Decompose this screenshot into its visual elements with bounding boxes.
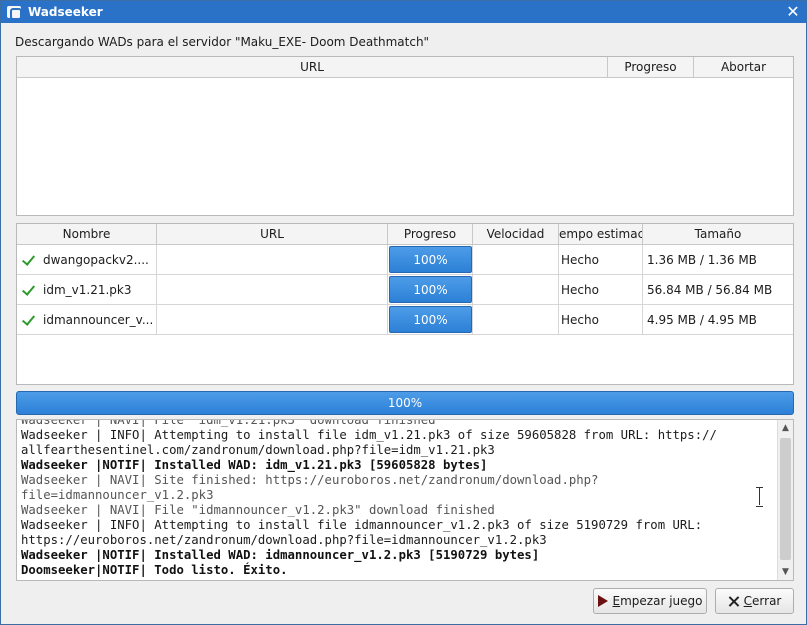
wads-header-name[interactable]: Nombre — [17, 224, 157, 245]
wad-eta-cell: Hecho — [559, 305, 643, 335]
overall-progress-bar: 100% — [16, 391, 794, 415]
log-scrollbar[interactable]: ▲ ▼ — [777, 420, 793, 580]
wad-size-cell: 56.84 MB / 56.84 MB — [643, 275, 793, 305]
wad-progress-cell: 100% — [388, 305, 473, 335]
log-line: Wadseeker |NOTIF| Installed WAD: idm_v1.… — [21, 458, 488, 472]
wad-name-cell: dwangopackv2.... — [17, 245, 157, 275]
log-line: allfearthesentinel.com/zandronum/downloa… — [21, 443, 495, 457]
wad-eta-cell: Hecho — [559, 275, 643, 305]
close-icon — [728, 596, 739, 607]
checkmark-icon — [23, 255, 37, 265]
table-row[interactable]: idm_v1.21.pk3 100% Hecho 56.84 MB / 56.8… — [17, 275, 793, 305]
window-close-icon[interactable]: ✕ — [784, 3, 802, 21]
table-row[interactable]: idmannouncer_v... 100% Hecho 4.95 MB / 4… — [17, 305, 793, 335]
wads-header-progress[interactable]: Progreso — [388, 224, 473, 245]
wad-url-cell — [157, 305, 388, 335]
sites-header-abort[interactable]: Abortar — [694, 57, 793, 78]
play-icon — [597, 595, 608, 607]
scroll-up-icon[interactable]: ▲ — [778, 420, 793, 436]
wads-header-url[interactable]: URL — [157, 224, 388, 245]
wads-header-speed[interactable]: Velocidad — [473, 224, 559, 245]
title-bar[interactable]: Wadseeker ✕ — [1, 1, 806, 23]
wads-header-eta[interactable]: empo estimac — [559, 224, 643, 245]
wad-speed-cell — [473, 305, 559, 335]
log-line: https://euroboros.net/zandronum/download… — [21, 533, 547, 547]
wad-eta-cell: Hecho — [559, 245, 643, 275]
wad-url-cell — [157, 245, 388, 275]
cancel-button[interactable]: Cerrar — [715, 588, 794, 614]
log-line: Wadseeker | NAVI| File "idmannouncer_v1.… — [21, 503, 495, 517]
wad-url-cell — [157, 275, 388, 305]
text-cursor-icon — [755, 487, 764, 507]
download-heading: Descargando WADs para el servidor "Maku_… — [15, 35, 430, 49]
start-game-button[interactable]: Empezar juego — [593, 588, 707, 614]
checkmark-icon — [23, 315, 37, 325]
sites-header-url[interactable]: URL — [17, 57, 608, 78]
log-text: Wadseeker | NAVI| File "idm_v1.21.pk3" d… — [21, 419, 777, 578]
wad-size-cell: 1.36 MB / 1.36 MB — [643, 245, 793, 275]
wads-header-size[interactable]: Tamaño — [643, 224, 793, 245]
wad-name: idmannouncer_v... — [43, 312, 154, 327]
scroll-down-icon[interactable]: ▼ — [778, 564, 793, 580]
log-line: Wadseeker |NOTIF| Installed WAD: idmanno… — [21, 548, 540, 562]
wad-name-cell: idm_v1.21.pk3 — [17, 275, 157, 305]
app-icon — [7, 6, 22, 20]
table-row[interactable]: dwangopackv2.... 100% Hecho 1.36 MB / 1.… — [17, 245, 793, 275]
wad-speed-cell — [473, 245, 559, 275]
wad-speed-cell — [473, 275, 559, 305]
wad-progress-cell: 100% — [388, 245, 473, 275]
start-game-label: Empezar juego — [612, 594, 703, 608]
checkmark-icon — [23, 285, 37, 295]
sites-header-progress[interactable]: Progreso — [608, 57, 694, 78]
sites-table[interactable]: URL Progreso Abortar — [16, 56, 794, 216]
wads-table[interactable]: Nombre URL Progreso Velocidad empo estim… — [16, 223, 794, 385]
scrollbar-thumb[interactable] — [780, 438, 791, 560]
log-output[interactable]: Wadseeker | NAVI| File "idm_v1.21.pk3" d… — [16, 419, 794, 581]
wad-progress-cell: 100% — [388, 275, 473, 305]
wad-progress-bar: 100% — [389, 276, 472, 303]
log-line: Wadseeker | NAVI| Site finished: https:/… — [21, 473, 599, 487]
wad-progress-bar: 100% — [389, 306, 472, 333]
window-title: Wadseeker — [28, 5, 103, 19]
log-line: Wadseeker | INFO| Attempting to install … — [21, 428, 717, 442]
wad-name: dwangopackv2.... — [43, 252, 149, 267]
log-line: file=idmannouncer_v1.2.pk3 — [21, 488, 214, 502]
wad-size-cell: 4.95 MB / 4.95 MB — [643, 305, 793, 335]
wad-name: idm_v1.21.pk3 — [43, 282, 132, 297]
wad-progress-bar: 100% — [389, 246, 472, 273]
cancel-label: Cerrar — [743, 594, 782, 608]
wad-name-cell: idmannouncer_v... — [17, 305, 157, 335]
log-line: Doomseeker|NOTIF| Todo listo. Éxito. — [21, 563, 288, 577]
log-line: Wadseeker | NAVI| File "idm_v1.21.pk3" d… — [21, 419, 436, 427]
log-line: Wadseeker | INFO| Attempting to install … — [21, 518, 703, 532]
wadseeker-window: Wadseeker ✕ Descargando WADs para el ser… — [0, 0, 807, 625]
